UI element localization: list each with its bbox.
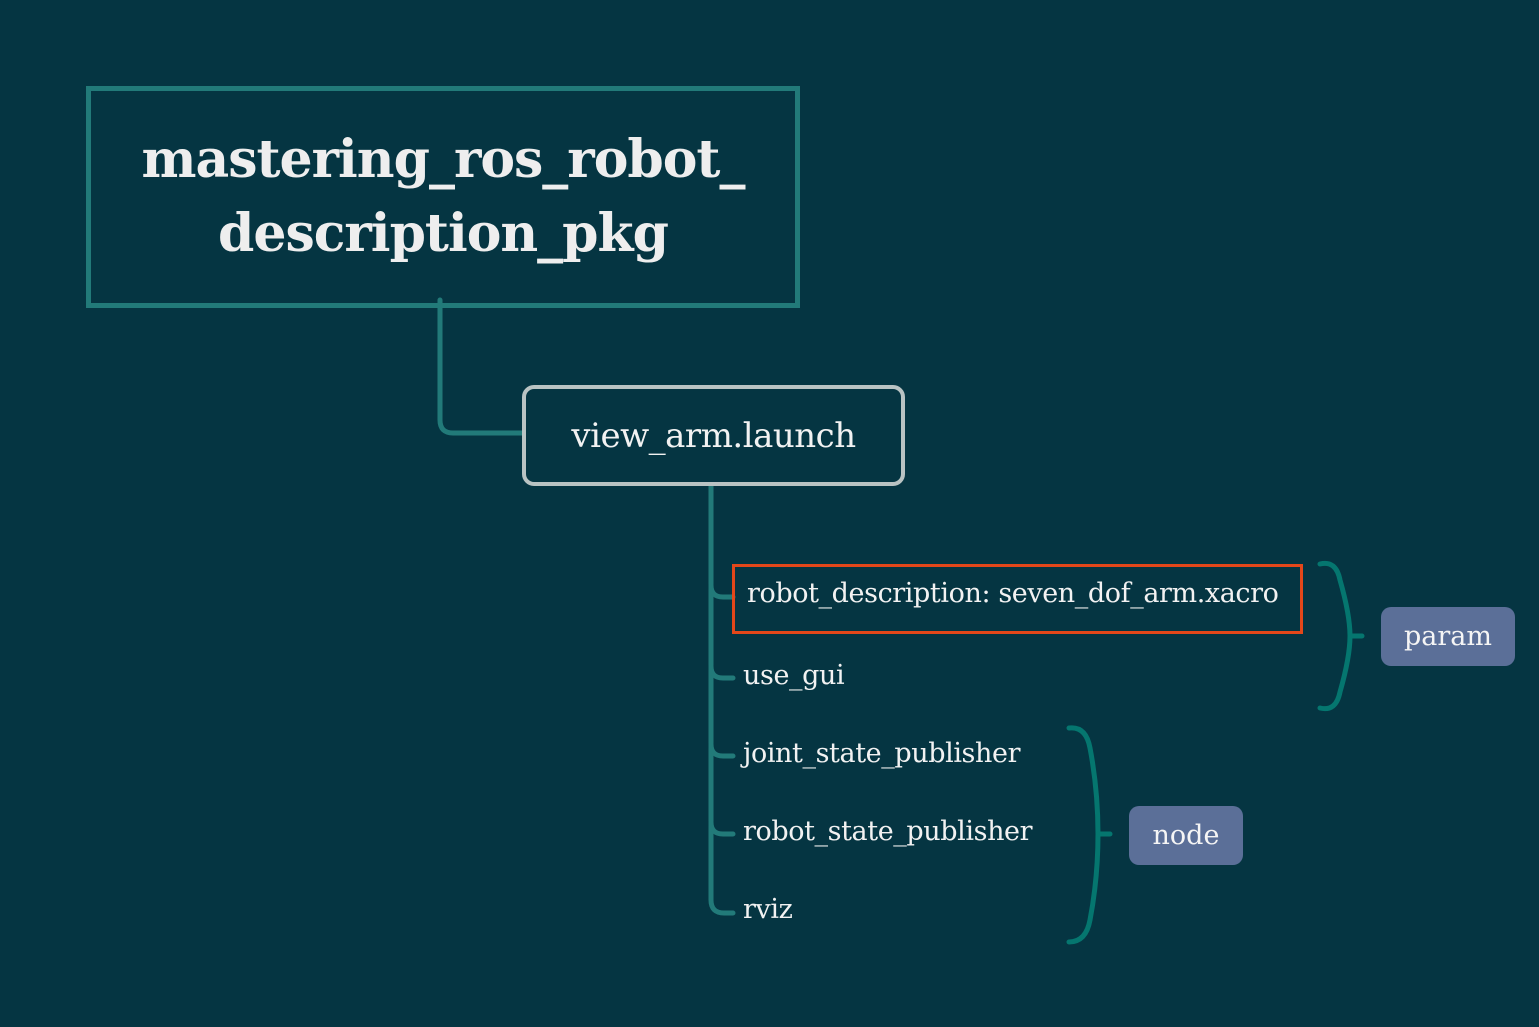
- topic-rviz[interactable]: rviz: [743, 894, 793, 925]
- topic-robot-state-publisher[interactable]: robot_state_publisher: [743, 816, 1033, 847]
- launch-topic-box[interactable]: view_arm.launch: [522, 385, 905, 486]
- branch-robot-state-publisher: [708, 819, 736, 837]
- root-launch-connector: [437, 297, 525, 436]
- topic-joint-state-publisher[interactable]: joint_state_publisher: [743, 738, 1020, 769]
- root-topic-line2: description_pkg: [218, 203, 669, 264]
- launch-topic-label: view_arm.launch: [571, 415, 856, 456]
- node-summary-tag[interactable]: node: [1129, 806, 1243, 865]
- mind-map-canvas: mastering_ros_robot_ description_pkg vie…: [0, 0, 1539, 1027]
- node-brace: [1066, 725, 1101, 945]
- topic-robot-description[interactable]: robot_description: seven_dof_arm.xacro: [747, 578, 1279, 609]
- branch-joint-state-publisher: [708, 741, 736, 759]
- branch-use-gui: [708, 663, 736, 681]
- param-summary-label: param: [1404, 621, 1492, 652]
- param-brace: [1317, 560, 1353, 712]
- topic-use-gui[interactable]: use_gui: [743, 660, 845, 691]
- node-summary-label: node: [1152, 820, 1220, 851]
- root-topic-title: mastering_ros_robot_ description_pkg: [141, 123, 746, 271]
- param-summary-tag[interactable]: param: [1381, 607, 1515, 666]
- launch-trunk-connector: [708, 481, 736, 916]
- root-topic-line1: mastering_ros_robot_: [141, 129, 746, 190]
- root-topic-box[interactable]: mastering_ros_robot_ description_pkg: [86, 86, 800, 308]
- branch-robot-description: [708, 582, 736, 600]
